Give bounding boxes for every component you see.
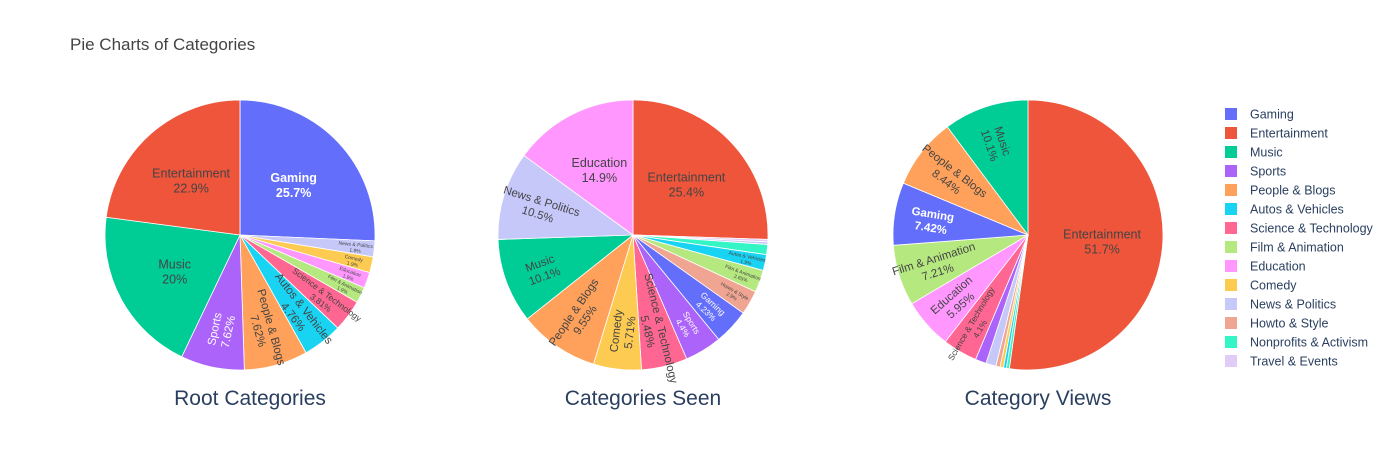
pies-group: Gaming25.7%News & Politics1.9%Comedy1.9%… <box>104 99 1164 410</box>
legend-label: Music <box>1250 146 1283 160</box>
legend-swatch <box>1225 317 1237 329</box>
legend-swatch <box>1225 127 1237 139</box>
slice-label-name: Education <box>572 156 628 170</box>
legend-swatch <box>1225 298 1237 310</box>
legend-label: Science & Technology <box>1250 222 1374 236</box>
slice-label-name: Entertainment <box>647 170 725 184</box>
slice-label-percent: 25.4% <box>669 185 704 199</box>
legend-item-news-politics[interactable]: News & Politics <box>1225 298 1336 312</box>
pie-charts-svg: Pie Charts of Categories Gaming25.7%News… <box>70 35 1374 410</box>
slice-label-name: Music <box>158 257 191 271</box>
legend-item-travel-events[interactable]: Travel & Events <box>1225 355 1338 369</box>
slice-label-name: Entertainment <box>1063 227 1141 241</box>
legend-item-people-blogs[interactable]: People & Blogs <box>1225 184 1335 198</box>
slice-label-percent: 20% <box>162 272 187 286</box>
legend-label: Entertainment <box>1250 127 1328 141</box>
legend-swatch <box>1225 108 1237 120</box>
legend-item-nonprofits-activism[interactable]: Nonprofits & Activism <box>1225 336 1368 350</box>
slice-label-music: Music20% <box>158 257 191 286</box>
legend-item-howto-style[interactable]: Howto & Style <box>1225 317 1329 331</box>
legend-item-gaming[interactable]: Gaming <box>1225 108 1294 122</box>
legend-item-music[interactable]: Music <box>1225 146 1283 160</box>
slice-label-percent: 25.7% <box>276 186 311 200</box>
pie-title: Root Categories <box>174 387 326 410</box>
legend-label: Gaming <box>1250 108 1294 122</box>
legend: Gaming Entertainment Music Sports People & B… <box>1225 108 1374 369</box>
legend-item-sports[interactable]: Sports <box>1225 165 1286 179</box>
legend-swatch <box>1225 146 1237 158</box>
legend-label: Comedy <box>1250 279 1297 293</box>
legend-label: Travel & Events <box>1250 355 1338 369</box>
chart-title: Pie Charts of Categories <box>70 35 255 54</box>
pie-root-categories: Gaming25.7%News & Politics1.9%Comedy1.9%… <box>104 99 376 410</box>
pie-category-views: Entertainment51.7%Science & Technology4.… <box>891 99 1164 410</box>
legend-swatch <box>1225 184 1237 196</box>
legend-label: Film & Animation <box>1250 241 1344 255</box>
legend-item-autos-vehicles[interactable]: Autos & Vehicles <box>1225 203 1344 217</box>
legend-swatch <box>1225 222 1237 234</box>
legend-swatch <box>1225 279 1237 291</box>
legend-swatch <box>1225 203 1237 215</box>
legend-item-comedy[interactable]: Comedy <box>1225 279 1297 293</box>
legend-label: People & Blogs <box>1250 184 1335 198</box>
slice-label-name: Entertainment <box>152 166 230 180</box>
legend-label: Autos & Vehicles <box>1250 203 1344 217</box>
legend-swatch <box>1225 355 1237 367</box>
legend-swatch <box>1225 260 1237 272</box>
legend-label: Nonprofits & Activism <box>1250 336 1368 350</box>
pie-categories-seen: Entertainment25.4%Autos & Vehicles1.9%Fi… <box>497 99 769 410</box>
slice-label-percent: 14.9% <box>582 171 617 185</box>
slice-label-gaming: Gaming25.7% <box>270 171 317 200</box>
legend-label: Howto & Style <box>1250 317 1329 331</box>
slice-label-percent: 51.7% <box>1084 242 1119 256</box>
pie-title: Categories Seen <box>565 387 721 410</box>
legend-item-education[interactable]: Education <box>1225 260 1306 274</box>
slice-label-percent: 22.9% <box>173 181 208 195</box>
legend-swatch <box>1225 165 1237 177</box>
legend-label: Education <box>1250 260 1306 274</box>
legend-item-science-technology[interactable]: Science & Technology <box>1225 222 1374 236</box>
legend-swatch <box>1225 241 1237 253</box>
slice-label-name: Gaming <box>270 171 317 185</box>
pie-title: Category Views <box>965 387 1112 410</box>
legend-item-entertainment[interactable]: Entertainment <box>1225 127 1328 141</box>
legend-label: Sports <box>1250 165 1286 179</box>
legend-label: News & Politics <box>1250 298 1336 312</box>
legend-swatch <box>1225 336 1237 348</box>
chart-area: Pie Charts of Categories Gaming 25.7% News… <box>0 0 1399 450</box>
legend-item-film-animation[interactable]: Film & Animation <box>1225 241 1344 255</box>
